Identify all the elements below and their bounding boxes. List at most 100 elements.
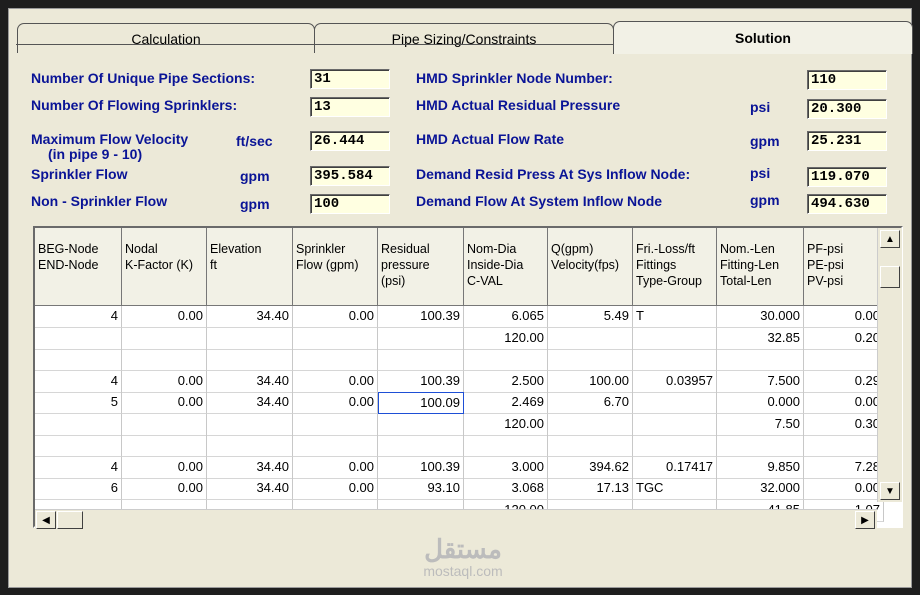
grid-cell-pressures[interactable]: 0.00 xyxy=(804,392,884,414)
grid-cell-sprinkler-flow[interactable] xyxy=(293,349,378,371)
grid-cell-lengths[interactable]: 30.000 xyxy=(717,306,804,328)
grid-cell-residual-pressure[interactable]: 100.39 xyxy=(378,306,464,328)
scroll-up-arrow-icon[interactable]: ▲ xyxy=(880,230,900,248)
column-header-residual-pressure[interactable]: Residual pressure (psi) xyxy=(378,228,464,306)
scroll-down-arrow-icon[interactable]: ▼ xyxy=(880,482,900,500)
grid-cell-k-factor[interactable]: 0.00 xyxy=(122,392,207,414)
grid-cell-beg-end-node[interactable] xyxy=(35,327,122,350)
grid-cell-k-factor[interactable]: 0.00 xyxy=(122,306,207,328)
grid-cell-friction-fittings[interactable] xyxy=(633,413,717,436)
grid-cell-beg-end-node[interactable]: 4 xyxy=(35,306,122,328)
grid-cell-sprinkler-flow[interactable] xyxy=(293,327,378,350)
grid-cell-nominal-dia[interactable]: 120.00 xyxy=(464,413,548,436)
grid-cell-flow-velocity[interactable]: 5.49 xyxy=(548,306,633,328)
grid-cell-friction-fittings[interactable] xyxy=(633,435,717,457)
grid-cell-residual-pressure[interactable]: 100.09 xyxy=(378,392,464,414)
grid-cell-nominal-dia[interactable]: 3.068 xyxy=(464,478,548,500)
grid-cell-beg-end-node[interactable]: 6 xyxy=(35,478,122,500)
grid-cell-friction-fittings[interactable]: 0.17417 xyxy=(633,456,717,479)
grid-cell-elevation[interactable] xyxy=(207,413,293,436)
grid-cell-k-factor[interactable] xyxy=(122,327,207,350)
grid-cell-lengths[interactable]: 32.85 xyxy=(717,327,804,350)
column-header-friction-fittings[interactable]: Fri.-Loss/ft Fittings Type-Group xyxy=(633,228,717,306)
grid-cell-nominal-dia[interactable]: 3.000 xyxy=(464,456,548,479)
grid-cell-sprinkler-flow[interactable]: 0.00 xyxy=(293,370,378,393)
grid-cell-elevation[interactable]: 34.40 xyxy=(207,478,293,500)
grid-cell-nominal-dia[interactable]: 120.00 xyxy=(464,327,548,350)
grid-cell-beg-end-node[interactable] xyxy=(35,435,122,457)
grid-cell-beg-end-node[interactable]: 4 xyxy=(35,370,122,393)
grid-cell-lengths[interactable]: 7.500 xyxy=(717,370,804,393)
grid-cell-elevation[interactable] xyxy=(207,435,293,457)
grid-cell-residual-pressure[interactable] xyxy=(378,435,464,457)
grid-cell-lengths[interactable]: 7.50 xyxy=(717,413,804,436)
grid-cell-flow-velocity[interactable]: 6.70 xyxy=(548,392,633,414)
scroll-left-arrow-icon[interactable]: ◀ xyxy=(36,511,56,529)
grid-cell-beg-end-node[interactable]: 5 xyxy=(35,392,122,414)
grid-cell-beg-end-node[interactable] xyxy=(35,413,122,436)
grid-cell-sprinkler-flow[interactable]: 0.00 xyxy=(293,478,378,500)
grid-cell-lengths[interactable] xyxy=(717,349,804,371)
vertical-scroll-thumb[interactable] xyxy=(880,266,900,288)
grid-cell-elevation[interactable] xyxy=(207,349,293,371)
grid-cell-pressures[interactable] xyxy=(804,435,884,457)
grid-cell-k-factor[interactable]: 0.00 xyxy=(122,478,207,500)
grid-cell-nominal-dia[interactable]: 6.065 xyxy=(464,306,548,328)
grid-cell-flow-velocity[interactable]: 17.13 xyxy=(548,478,633,500)
column-header-beg-end-node[interactable]: BEG-Node END-Node xyxy=(35,228,122,306)
grid-cell-elevation[interactable] xyxy=(207,327,293,350)
grid-cell-pressures[interactable]: 0.20 xyxy=(804,327,884,350)
grid-cell-lengths[interactable]: 9.850 xyxy=(717,456,804,479)
grid-cell-elevation[interactable]: 34.40 xyxy=(207,392,293,414)
grid-cell-friction-fittings[interactable] xyxy=(633,327,717,350)
grid-cell-beg-end-node[interactable]: 4 xyxy=(35,456,122,479)
tab-solution[interactable]: Solution xyxy=(613,21,913,54)
grid-cell-sprinkler-flow[interactable]: 0.00 xyxy=(293,392,378,414)
grid-cell-k-factor[interactable] xyxy=(122,435,207,457)
results-grid[interactable]: BEG-Node END-Node Nodal K-Factor (K) Eleva… xyxy=(33,226,903,528)
grid-cell-nominal-dia[interactable] xyxy=(464,349,548,371)
grid-cell-sprinkler-flow[interactable]: 0.00 xyxy=(293,306,378,328)
grid-cell-friction-fittings[interactable]: T xyxy=(633,306,717,328)
grid-cell-residual-pressure[interactable] xyxy=(378,349,464,371)
horizontal-scroll-thumb[interactable] xyxy=(57,511,83,529)
grid-cell-residual-pressure[interactable] xyxy=(378,413,464,436)
grid-cell-residual-pressure[interactable]: 100.39 xyxy=(378,456,464,479)
column-header-flow-velocity[interactable]: Q(gpm) Velocity(fps) xyxy=(548,228,633,306)
grid-cell-pressures[interactable] xyxy=(804,349,884,371)
tab-pipe-sizing-constraints[interactable]: Pipe Sizing/Constraints xyxy=(314,23,614,53)
grid-cell-elevation[interactable]: 34.40 xyxy=(207,306,293,328)
grid-cell-sprinkler-flow[interactable] xyxy=(293,435,378,457)
grid-cell-nominal-dia[interactable] xyxy=(464,435,548,457)
grid-cell-flow-velocity[interactable] xyxy=(548,349,633,371)
grid-cell-flow-velocity[interactable] xyxy=(548,327,633,350)
grid-cell-pressures[interactable]: 0.29 xyxy=(804,370,884,393)
grid-cell-pressures[interactable]: 7.28 xyxy=(804,456,884,479)
column-header-k-factor[interactable]: Nodal K-Factor (K) xyxy=(122,228,207,306)
grid-cell-elevation[interactable]: 34.40 xyxy=(207,370,293,393)
grid-cell-beg-end-node[interactable] xyxy=(35,349,122,371)
grid-cell-nominal-dia[interactable]: 2.469 xyxy=(464,392,548,414)
column-header-sprinkler-flow[interactable]: Sprinkler Flow (gpm) xyxy=(293,228,378,306)
grid-cell-flow-velocity[interactable] xyxy=(548,413,633,436)
grid-cell-residual-pressure[interactable] xyxy=(378,327,464,350)
grid-cell-pressures[interactable]: 0.30 xyxy=(804,413,884,436)
vertical-scrollbar[interactable]: ▲ ▼ xyxy=(877,228,902,502)
grid-cell-lengths[interactable] xyxy=(717,435,804,457)
grid-cell-pressures[interactable]: 0.00 xyxy=(804,306,884,328)
grid-cell-residual-pressure[interactable]: 100.39 xyxy=(378,370,464,393)
grid-cell-k-factor[interactable] xyxy=(122,349,207,371)
grid-cell-friction-fittings[interactable]: TGC xyxy=(633,478,717,500)
column-header-nominal-dia[interactable]: Nom-Dia Inside-Dia C-VAL xyxy=(464,228,548,306)
grid-cell-elevation[interactable]: 34.40 xyxy=(207,456,293,479)
grid-cell-residual-pressure[interactable]: 93.10 xyxy=(378,478,464,500)
grid-cell-sprinkler-flow[interactable]: 0.00 xyxy=(293,456,378,479)
column-header-pressures[interactable]: PF-psi PE-psi PV-psi xyxy=(804,228,884,306)
grid-cell-friction-fittings[interactable] xyxy=(633,349,717,371)
tab-calculation[interactable]: Calculation xyxy=(17,23,315,53)
grid-cell-k-factor[interactable] xyxy=(122,413,207,436)
scroll-right-arrow-icon[interactable]: ▶ xyxy=(855,511,875,529)
grid-cell-flow-velocity[interactable]: 394.62 xyxy=(548,456,633,479)
grid-cell-friction-fittings[interactable]: 0.03957 xyxy=(633,370,717,393)
grid-cell-k-factor[interactable]: 0.00 xyxy=(122,370,207,393)
